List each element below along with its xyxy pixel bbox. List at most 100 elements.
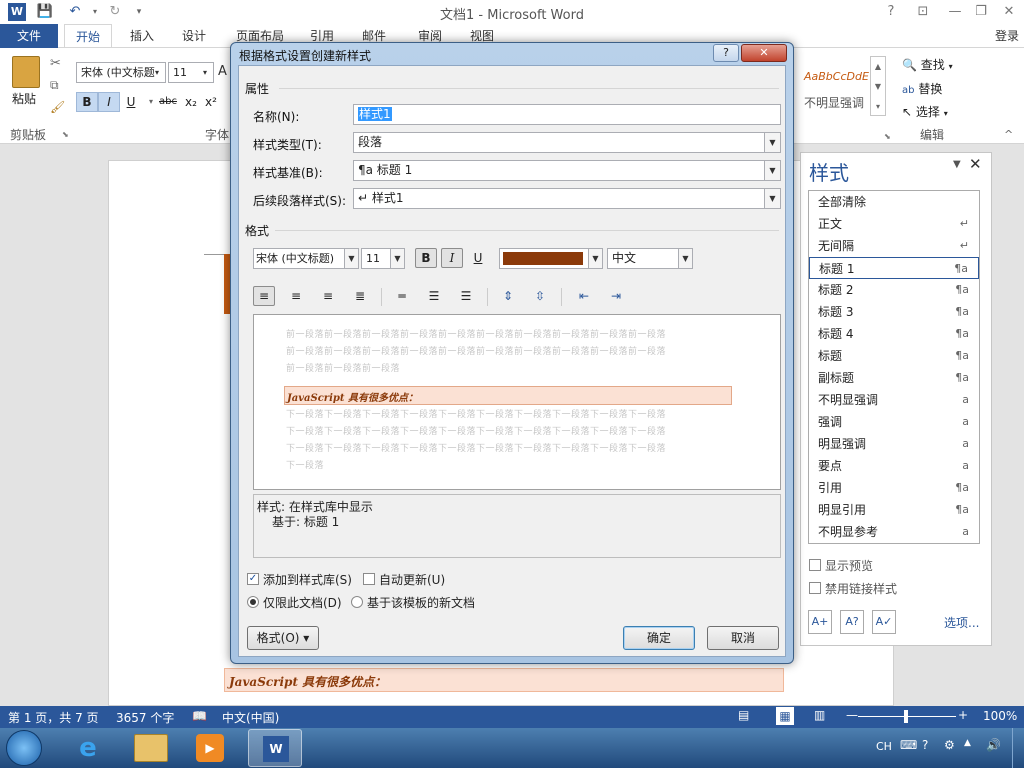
show-desktop-button[interactable] — [1012, 728, 1024, 768]
style-item-heading1[interactable]: 标题 1 ¶a — [809, 257, 979, 279]
style-type-select[interactable]: 段落 ▼ — [353, 132, 781, 153]
volume-icon[interactable]: 🔊 — [986, 738, 1001, 752]
style-item-heading4[interactable]: 标题 4 ¶a — [809, 323, 979, 345]
show-preview-checkbox[interactable] — [809, 559, 821, 571]
chevron-down-icon[interactable]: ▼ — [764, 161, 780, 180]
ribbon-font-name[interactable]: 宋体 (中文标题 ▾ — [76, 62, 166, 83]
italic-button[interactable]: I — [441, 248, 463, 268]
chevron-down-icon[interactable]: ▼ — [764, 189, 780, 208]
cut-icon[interactable]: ✂ — [50, 56, 61, 71]
proofing-icon[interactable]: 📖 — [192, 709, 207, 723]
single-spacing-icon[interactable]: ═ — [391, 286, 413, 306]
page-count[interactable]: 第 1 页，共 7 页 — [8, 709, 99, 726]
restore-button[interactable]: ❐ — [970, 3, 992, 21]
gallery-scroll[interactable]: ▲ ▼ ▾ — [870, 56, 886, 116]
show-hidden-icons-icon[interactable]: ▲ — [964, 738, 971, 748]
manage-styles-icon[interactable]: A✓ — [872, 610, 896, 634]
tab-home[interactable]: 开始 — [64, 24, 112, 49]
word-count[interactable]: 3657 个字 — [116, 709, 174, 726]
double-spacing-icon[interactable]: ☰ — [455, 286, 477, 306]
cancel-button[interactable]: 取消 — [707, 626, 779, 650]
increase-indent-icon[interactable]: ⇥ — [605, 286, 627, 306]
ime-indicator[interactable]: CH — [876, 740, 892, 753]
ribbon-font-size[interactable]: 11 ▾ — [168, 62, 214, 83]
disable-linked-checkbox[interactable] — [809, 582, 821, 594]
close-pane-icon[interactable]: ✕ — [969, 155, 982, 173]
chevron-down-icon[interactable]: ▾ — [197, 63, 213, 82]
ribbon-bold-button[interactable]: B — [76, 92, 98, 112]
replace-button[interactable]: ab 替换 — [902, 80, 942, 97]
font-color-select[interactable]: ▼ — [499, 248, 603, 269]
ribbon-display-button[interactable]: ⊡ — [912, 3, 934, 21]
print-layout-icon[interactable]: ▦ — [776, 707, 794, 725]
chevron-down-icon[interactable]: ▼ — [678, 249, 692, 268]
style-item-quote[interactable]: 引用 ¶a — [809, 477, 979, 499]
style-item-normal[interactable]: 正文 ↵ — [809, 213, 979, 235]
help-tray-icon[interactable]: ? — [922, 738, 928, 752]
style-item-subtitle[interactable]: 副标题 ¶a — [809, 367, 979, 389]
style-item-heading3[interactable]: 标题 3 ¶a — [809, 301, 979, 323]
media-player-icon[interactable]: ▶ — [196, 734, 224, 762]
based-on-select[interactable]: ¶a 标题 1 ▼ — [353, 160, 781, 181]
align-left-icon[interactable]: ≡ — [253, 286, 275, 306]
ribbon-italic-button[interactable]: I — [98, 92, 120, 112]
ok-button[interactable]: 确定 — [623, 626, 695, 650]
grow-font-icon[interactable]: A — [218, 64, 227, 79]
document-heading[interactable]: JavaScript 具有很多优点： — [224, 668, 784, 692]
dialog-close-button[interactable]: ✕ — [741, 44, 787, 62]
chevron-down-icon[interactable]: ▾ — [149, 63, 165, 82]
tab-design[interactable]: 设计 — [172, 24, 216, 48]
new-docs-template-radio[interactable] — [351, 596, 363, 608]
auto-update-checkbox[interactable] — [363, 573, 375, 585]
select-button[interactable]: ↖ 选择 ▾ — [902, 103, 948, 120]
tab-insert[interactable]: 插入 — [120, 24, 164, 48]
read-mode-icon[interactable]: ▤ — [738, 708, 749, 722]
find-button[interactable]: 🔍 查找 ▾ — [902, 56, 953, 73]
script-select[interactable]: 中文 ▼ — [607, 248, 693, 269]
zoom-out-icon[interactable]: — — [846, 708, 858, 722]
style-item-subtle-emphasis[interactable]: 不明显强调 a — [809, 389, 979, 411]
increase-spacing-icon[interactable]: ⇕ — [497, 286, 519, 306]
style-inspector-icon[interactable]: A? — [840, 610, 864, 634]
underline-button[interactable]: U — [467, 248, 489, 268]
style-item-clear[interactable]: 全部清除 — [809, 191, 979, 213]
format-painter-icon[interactable]: 🖌 — [50, 100, 65, 114]
pane-options-icon[interactable]: ▼ — [953, 159, 961, 170]
paste-icon[interactable] — [12, 56, 40, 88]
only-this-doc-radio[interactable] — [247, 596, 259, 608]
dialog-help-button[interactable]: ? — [713, 44, 739, 62]
login-link[interactable]: 登录 — [990, 24, 1024, 48]
font-size-select[interactable]: 11 ▼ — [361, 248, 405, 269]
style-item-intense-quote[interactable]: 明显引用 ¶a — [809, 499, 979, 521]
styles-launcher-icon[interactable]: ⬊ — [884, 132, 891, 141]
file-explorer-icon[interactable] — [134, 734, 168, 762]
close-window-button[interactable]: ✕ — [998, 3, 1020, 21]
chevron-down-icon[interactable]: ▼ — [344, 249, 358, 268]
style-item-strong[interactable]: 要点 a — [809, 455, 979, 477]
start-button-icon[interactable] — [6, 730, 42, 766]
copy-icon[interactable]: ⧉ — [50, 78, 59, 93]
chevron-down-icon[interactable]: ▼ — [390, 249, 404, 268]
ribbon-subscript-button[interactable]: x₂ — [180, 92, 202, 112]
ribbon-strike-button[interactable]: abc — [154, 92, 182, 112]
tab-file[interactable]: 文件 — [0, 24, 58, 48]
ribbon-superscript-button[interactable]: x² — [200, 92, 222, 112]
tray-settings-icon[interactable]: ⚙ — [944, 738, 955, 752]
decrease-spacing-icon[interactable]: ⇳ — [529, 286, 551, 306]
style-gallery-label[interactable]: 不明显强调 — [804, 94, 864, 111]
style-item-subtle-reference[interactable]: 不明显参考 a — [809, 521, 979, 543]
justify-icon[interactable]: ≣ — [349, 286, 371, 306]
collapse-ribbon-icon[interactable]: ^ — [1004, 128, 1013, 141]
clipboard-launcher-icon[interactable]: ⬊ — [62, 130, 69, 139]
zoom-level[interactable]: 100% — [983, 709, 1017, 723]
internet-explorer-icon[interactable]: e — [72, 732, 104, 764]
add-to-gallery-checkbox[interactable]: ✓ — [247, 573, 259, 585]
keyboard-icon[interactable]: ⌨ — [900, 738, 917, 752]
decrease-indent-icon[interactable]: ⇤ — [573, 286, 595, 306]
zoom-in-icon[interactable]: + — [958, 708, 968, 722]
web-layout-icon[interactable]: ▥ — [814, 708, 825, 722]
chevron-down-icon[interactable]: ▼ — [588, 249, 602, 268]
bold-button[interactable]: B — [415, 248, 437, 268]
style-gallery-sample[interactable]: AaBbCcDdE — [804, 70, 869, 83]
font-name-select[interactable]: 宋体 (中文标题) ▼ — [253, 248, 359, 269]
